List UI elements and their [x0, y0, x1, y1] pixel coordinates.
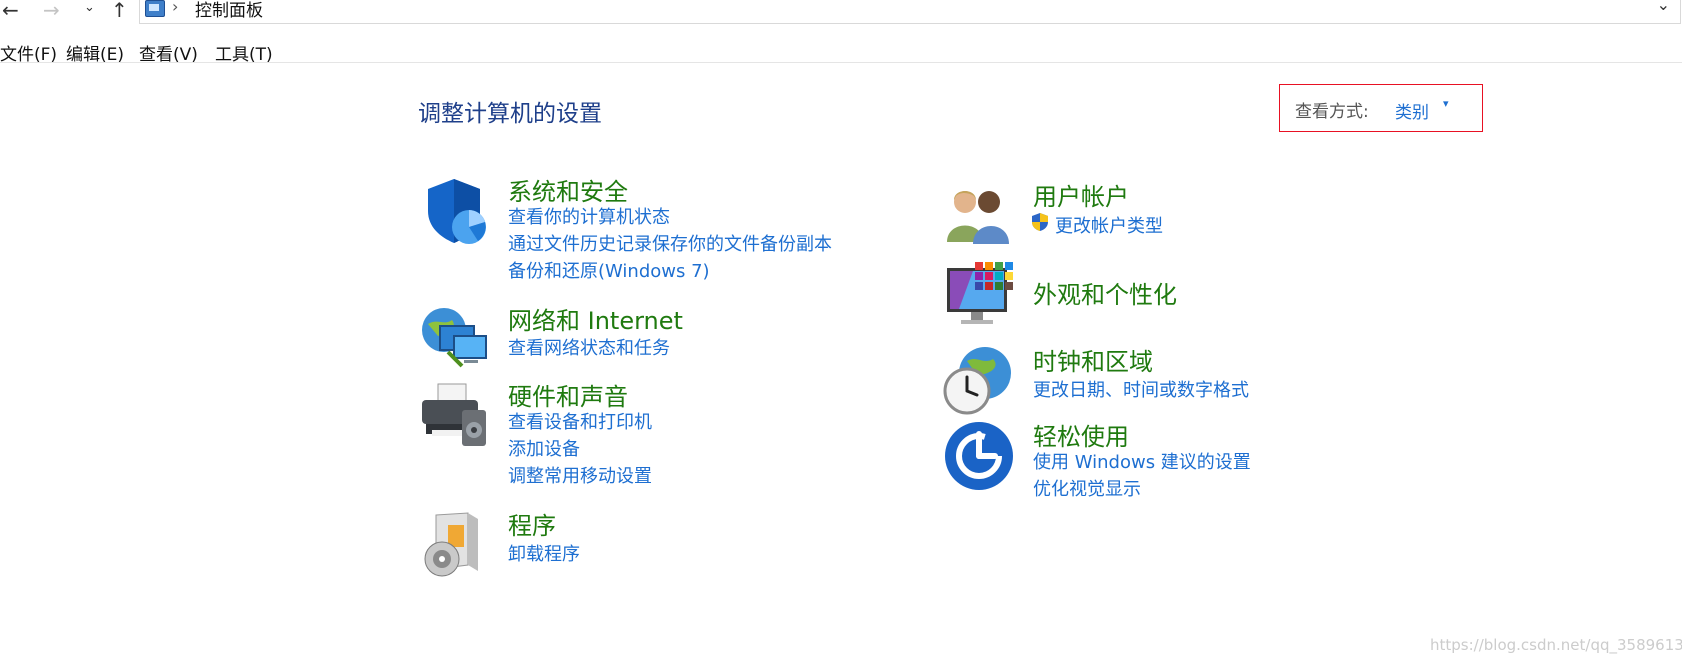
category-title[interactable]: 外观和个性化 [1033, 275, 1177, 310]
network-icon[interactable] [418, 304, 490, 376]
breadcrumb-chevron-icon[interactable]: › [172, 0, 178, 16]
control-panel-icon [145, 0, 165, 17]
category-link[interactable]: 添加设备 [508, 435, 580, 461]
category-title[interactable]: 时钟和区域 [1033, 342, 1153, 377]
menu-view[interactable]: 查看(V) [139, 40, 198, 65]
recent-locations-chevron-icon[interactable]: ⌄ [84, 0, 95, 20]
category-link[interactable]: 使用 Windows 建议的设置 [1033, 448, 1251, 474]
category-link[interactable]: 调整常用移动设置 [508, 462, 652, 488]
category-link[interactable]: 更改帐户类型 [1055, 212, 1163, 238]
category-title[interactable]: 程序 [508, 506, 556, 541]
menu-tools[interactable]: 工具(T) [215, 40, 273, 65]
category-title[interactable]: 系统和安全 [508, 172, 628, 207]
menu-file[interactable]: 文件(F) [0, 40, 57, 65]
address-dropdown-icon[interactable]: ⌄ [1657, 0, 1670, 14]
shield-icon[interactable] [418, 175, 490, 247]
programs-icon[interactable] [418, 509, 490, 581]
up-arrow-icon[interactable]: ↑ [111, 0, 128, 22]
category-title[interactable]: 用户帐户 [1033, 177, 1129, 212]
category-link[interactable]: 卸载程序 [508, 540, 580, 566]
view-by-label: 查看方式: [1295, 102, 1369, 122]
watermark: https://blog.csdn.net/qq_35896136 [1430, 636, 1682, 654]
page-title: 调整计算机的设置 [418, 101, 602, 127]
printer-icon[interactable] [418, 380, 490, 452]
view-by-dropdown[interactable]: 类别 [1395, 98, 1429, 123]
back-arrow-icon[interactable]: ← [2, 0, 19, 22]
clock-globe-icon[interactable] [943, 345, 1015, 417]
category-link[interactable]: 查看设备和打印机 [508, 408, 652, 434]
category-link[interactable]: 通过文件历史记录保存你的文件备份副本 [508, 230, 832, 256]
personalization-icon[interactable] [943, 260, 1015, 332]
breadcrumb-control-panel[interactable]: 控制面板 [195, 0, 263, 21]
dropdown-caret-icon[interactable]: ▾ [1443, 97, 1449, 110]
ease-of-access-icon[interactable] [943, 420, 1015, 492]
category-link[interactable]: 查看网络状态和任务 [508, 334, 670, 360]
forward-arrow-icon[interactable]: → [43, 0, 60, 22]
category-title[interactable]: 网络和 Internet [508, 301, 683, 336]
category-link[interactable]: 查看你的计算机状态 [508, 203, 670, 229]
menu-edit[interactable]: 编辑(E) [66, 40, 124, 65]
users-icon[interactable] [943, 180, 1015, 252]
uac-shield-icon [1031, 212, 1049, 232]
category-title[interactable]: 轻松使用 [1033, 417, 1129, 452]
category-link[interactable]: 备份和还原(Windows 7) [508, 257, 710, 283]
category-title[interactable]: 硬件和声音 [508, 377, 628, 412]
category-link[interactable]: 优化视觉显示 [1033, 475, 1141, 501]
address-bar[interactable]: › 控制面板 ⌄ [139, 0, 1681, 24]
view-by-selector: 查看方式: 类别 ▾ [1279, 84, 1483, 132]
category-link[interactable]: 更改日期、时间或数字格式 [1033, 376, 1249, 402]
menu-bar: 文件(F) 编辑(E) 查看(V) 工具(T) [0, 36, 1682, 65]
navigation-bar: ← → ⌄ ↑ › 控制面板 ⌄ [0, 0, 1682, 24]
